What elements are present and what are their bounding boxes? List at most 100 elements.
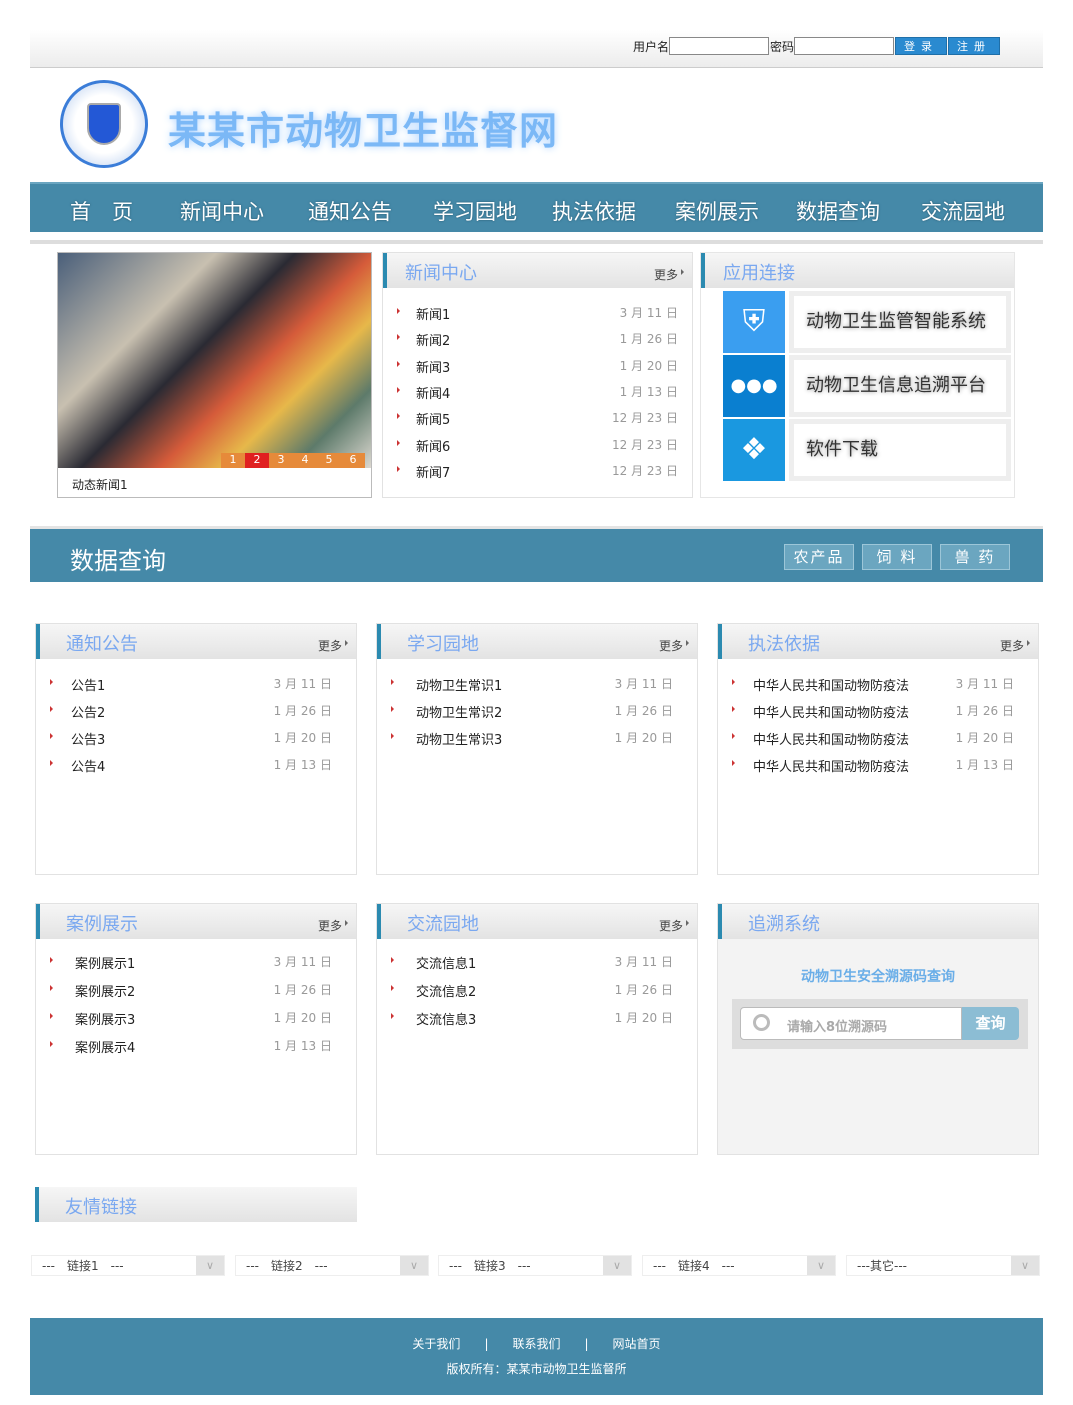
list-item[interactable]: 新闻5 12 月 23 日	[383, 409, 692, 429]
more-link[interactable]: 更多	[318, 637, 342, 654]
app-link[interactable]: ❖ 软件下载	[723, 419, 1011, 481]
friend-link-select[interactable]: --- 链接4 --- ∨	[642, 1255, 836, 1276]
list-item[interactable]: 中华人民共和国动物防疫法 1 月 20 日	[718, 729, 1038, 749]
nav-item[interactable]: 数据查询	[796, 196, 880, 226]
list-item[interactable]: 公告4 1 月 13 日	[36, 756, 356, 776]
item-title[interactable]: 动物卫生常识1	[416, 675, 502, 694]
item-title[interactable]: 案例展示3	[75, 1009, 135, 1028]
trace-code-input[interactable]: 请输入8位溯源码	[740, 1007, 962, 1040]
item-title[interactable]: 交流信息3	[416, 1009, 476, 1028]
list-item[interactable]: 中华人民共和国动物防疫法 1 月 13 日	[718, 756, 1038, 776]
more-link[interactable]: 更多	[654, 266, 678, 283]
chevron-down-icon: ∨	[1011, 1256, 1039, 1275]
produce-button[interactable]: 农产品	[784, 544, 854, 570]
list-item[interactable]: 新闻6 12 月 23 日	[383, 436, 692, 456]
nav-item[interactable]: 执法依据	[552, 196, 636, 226]
list-item[interactable]: 新闻7 12 月 23 日	[383, 462, 692, 482]
list-item[interactable]: 新闻1 3 月 11 日	[383, 304, 692, 324]
slide-page-button[interactable]: 6	[341, 453, 365, 468]
item-title[interactable]: 中华人民共和国动物防疫法	[753, 702, 909, 721]
slide-page-button[interactable]: 1	[221, 453, 245, 468]
item-title[interactable]: 新闻4	[416, 383, 450, 402]
app-link[interactable]: ●●● 动物卫生信息追溯平台	[723, 355, 1011, 417]
nav-item[interactable]: 首 页	[70, 196, 133, 226]
friend-link-select[interactable]: --- 链接3 --- ∨	[438, 1255, 632, 1276]
app-link-label[interactable]: 动物卫生信息追溯平台	[789, 355, 1011, 417]
item-title[interactable]: 交流信息1	[416, 953, 476, 972]
list-item[interactable]: 动物卫生常识3 1 月 20 日	[377, 729, 697, 749]
item-title[interactable]: 案例展示2	[75, 981, 135, 1000]
app-link-label[interactable]: 动物卫生监管智能系统	[789, 291, 1011, 353]
password-input[interactable]	[794, 37, 894, 55]
list-item[interactable]: 案例展示4 1 月 13 日	[36, 1037, 356, 1057]
slideshow-caption[interactable]: 动态新闻1	[72, 476, 128, 493]
list-item[interactable]: 中华人民共和国动物防疫法 1 月 26 日	[718, 702, 1038, 722]
list-item[interactable]: 新闻3 1 月 20 日	[383, 357, 692, 377]
nav-item[interactable]: 交流园地	[921, 196, 1005, 226]
item-title[interactable]: 新闻5	[416, 409, 450, 428]
item-title[interactable]: 动物卫生常识2	[416, 702, 502, 721]
feed-button[interactable]: 饲 料	[862, 544, 932, 570]
item-title[interactable]: 新闻1	[416, 304, 450, 323]
item-title[interactable]: 公告3	[71, 729, 105, 748]
more-link[interactable]: 更多	[1000, 637, 1024, 654]
list-item[interactable]: 公告3 1 月 20 日	[36, 729, 356, 749]
list-item[interactable]: 动物卫生常识1 3 月 11 日	[377, 675, 697, 695]
nav-item[interactable]: 通知公告	[308, 196, 392, 226]
username-input[interactable]	[669, 37, 769, 55]
list-item[interactable]: 中华人民共和国动物防疫法 3 月 11 日	[718, 675, 1038, 695]
item-title[interactable]: 新闻6	[416, 436, 450, 455]
trace-query-button[interactable]: 查询	[962, 1007, 1019, 1040]
app-link-label[interactable]: 软件下载	[789, 419, 1011, 481]
footer-link-about[interactable]: 关于我们	[412, 1337, 460, 1351]
news-slideshow[interactable]: 123456 动态新闻1	[57, 252, 372, 498]
item-title[interactable]: 新闻3	[416, 357, 450, 376]
app-link[interactable]: ⛨ 动物卫生监管智能系统	[723, 291, 1011, 353]
list-item[interactable]: 案例展示2 1 月 26 日	[36, 981, 356, 1001]
slideshow-image[interactable]	[58, 253, 371, 468]
item-title[interactable]: 案例展示1	[75, 953, 135, 972]
chevron-down-icon: ∨	[400, 1256, 428, 1275]
list-item[interactable]: 案例展示3 1 月 20 日	[36, 1009, 356, 1029]
vet-drug-button[interactable]: 兽 药	[940, 544, 1010, 570]
item-title[interactable]: 案例展示4	[75, 1037, 135, 1056]
more-link[interactable]: 更多	[659, 917, 683, 934]
footer-link-home[interactable]: 网站首页	[613, 1337, 661, 1351]
slide-page-button[interactable]: 4	[293, 453, 317, 468]
slide-page-button[interactable]: 3	[269, 453, 293, 468]
item-title[interactable]: 交流信息2	[416, 981, 476, 1000]
slide-page-button[interactable]: 2	[245, 453, 269, 468]
item-title[interactable]: 新闻7	[416, 462, 450, 481]
list-item[interactable]: 交流信息3 1 月 20 日	[377, 1009, 697, 1029]
friend-link-select[interactable]: --- 链接2 --- ∨	[235, 1255, 429, 1276]
bullet-icon	[397, 465, 400, 472]
nav-item[interactable]: 学习园地	[433, 196, 517, 226]
item-title[interactable]: 公告4	[71, 756, 105, 775]
item-title[interactable]: 中华人民共和国动物防疫法	[753, 756, 909, 775]
main-nav: 首 页 新闻中心 通知公告 学习园地 执法依据 案例展示 数据查询 交流园地	[30, 182, 1043, 232]
friend-link-select[interactable]: ---其它--- ∨	[846, 1255, 1040, 1276]
item-title[interactable]: 中华人民共和国动物防疫法	[753, 675, 909, 694]
footer-link-contact[interactable]: 联系我们	[512, 1337, 560, 1351]
list-item[interactable]: 公告1 3 月 11 日	[36, 675, 356, 695]
item-title[interactable]: 动物卫生常识3	[416, 729, 502, 748]
nav-item[interactable]: 新闻中心	[180, 196, 264, 226]
list-item[interactable]: 新闻2 1 月 26 日	[383, 330, 692, 350]
login-button[interactable]: 登录	[895, 37, 947, 55]
item-title[interactable]: 公告2	[71, 702, 105, 721]
list-item[interactable]: 案例展示1 3 月 11 日	[36, 953, 356, 973]
list-item[interactable]: 交流信息1 3 月 11 日	[377, 953, 697, 973]
register-button[interactable]: 注册	[948, 37, 1000, 55]
list-item[interactable]: 公告2 1 月 26 日	[36, 702, 356, 722]
slide-page-button[interactable]: 5	[317, 453, 341, 468]
more-link[interactable]: 更多	[318, 917, 342, 934]
list-item[interactable]: 交流信息2 1 月 26 日	[377, 981, 697, 1001]
item-title[interactable]: 新闻2	[416, 330, 450, 349]
list-item[interactable]: 新闻4 1 月 13 日	[383, 383, 692, 403]
nav-item[interactable]: 案例展示	[675, 196, 759, 226]
more-link[interactable]: 更多	[659, 637, 683, 654]
list-item[interactable]: 动物卫生常识2 1 月 26 日	[377, 702, 697, 722]
friend-link-select[interactable]: --- 链接1 --- ∨	[31, 1255, 225, 1276]
item-title[interactable]: 中华人民共和国动物防疫法	[753, 729, 909, 748]
item-title[interactable]: 公告1	[71, 675, 105, 694]
